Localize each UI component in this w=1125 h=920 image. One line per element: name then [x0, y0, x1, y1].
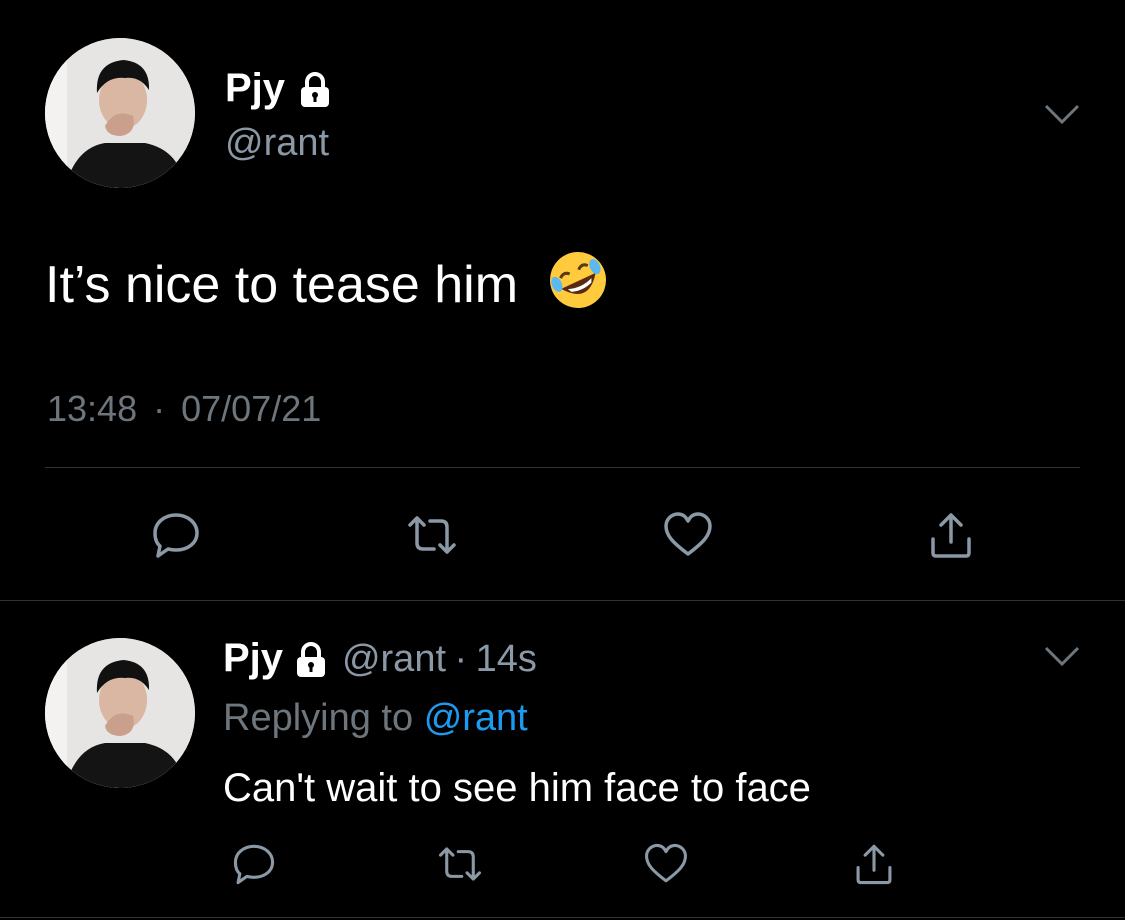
reply-text: Can't wait to see him face to face [223, 766, 811, 810]
tweet-timestamp: 13:48 · 07/07/21 [47, 388, 321, 430]
replying-mention-link[interactable]: @rant [424, 697, 528, 739]
replying-to: Replying to @rant [223, 697, 528, 740]
chevron-down-icon[interactable] [1044, 103, 1080, 130]
share-icon[interactable] [846, 836, 902, 892]
tweet-text-row: It’s nice to tease him [45, 252, 609, 324]
reply-icon[interactable] [146, 505, 206, 565]
author-handle[interactable]: @rant [225, 124, 329, 162]
tweet-text: It’s nice to tease him [45, 256, 519, 315]
chevron-down-icon[interactable] [1044, 645, 1080, 672]
reply-author-avatar[interactable] [45, 638, 195, 788]
retweet-icon[interactable] [402, 505, 462, 565]
like-icon[interactable] [638, 836, 694, 892]
reply-icon[interactable] [226, 836, 282, 892]
rolling-on-floor-laughing-emoji [547, 249, 609, 320]
timestamp-separator: · [153, 388, 166, 429]
reply-age: 14s [475, 638, 537, 680]
retweet-icon[interactable] [432, 836, 488, 892]
reply-header: Pjy @rant · 14s [223, 638, 537, 687]
reply-author-handle[interactable]: @rant [342, 638, 446, 680]
lock-icon [294, 642, 328, 683]
tweet-time: 13:48 [47, 388, 138, 429]
lock-icon [298, 72, 332, 113]
author-name: Pjy [225, 66, 286, 110]
divider [45, 467, 1080, 468]
divider [0, 917, 1125, 918]
reply-separator: · [454, 638, 468, 680]
share-icon[interactable] [921, 505, 981, 565]
replying-prefix: Replying to [223, 697, 414, 739]
tweet-date: 07/07/21 [181, 388, 322, 429]
author-name-row: Pjy [225, 68, 332, 117]
reply-author-name: Pjy [223, 636, 284, 680]
divider [0, 600, 1125, 601]
author-avatar[interactable] [45, 38, 195, 188]
like-icon[interactable] [658, 505, 718, 565]
